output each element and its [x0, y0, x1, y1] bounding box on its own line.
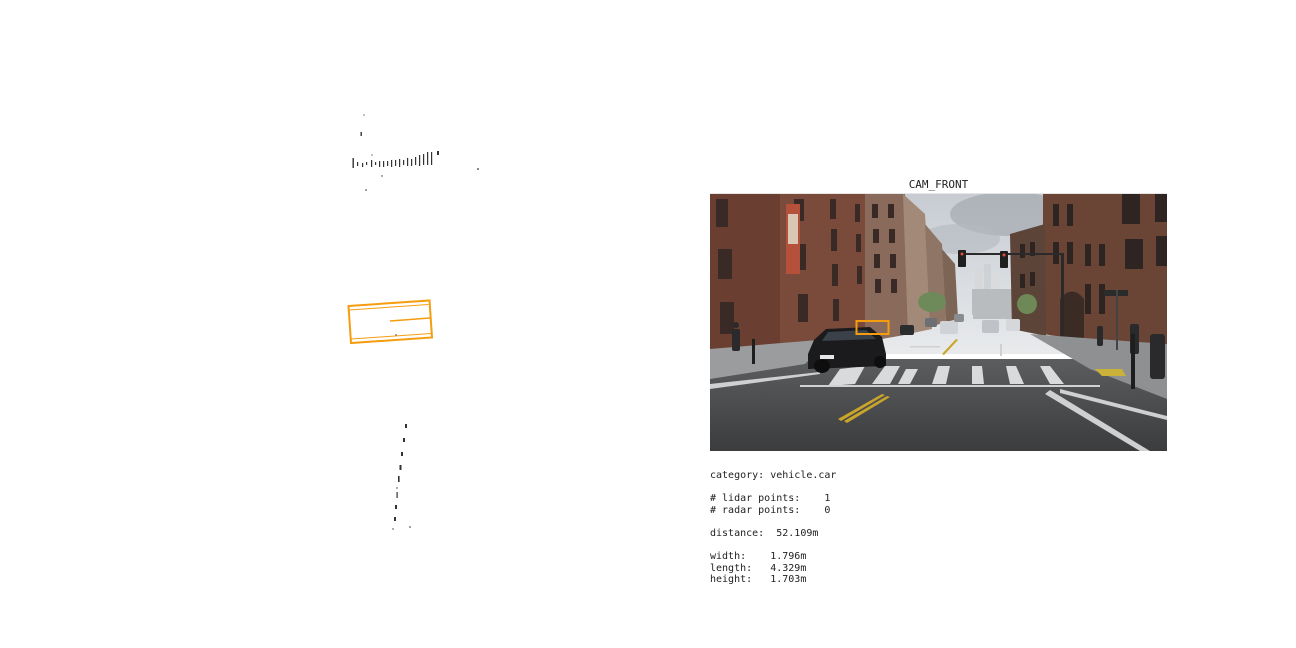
radar-points-label: # radar points: — [710, 504, 801, 516]
annotation-box-bev — [347, 299, 434, 345]
height-value: 1.703m — [770, 574, 807, 586]
distance-label: distance: — [710, 527, 765, 539]
lidar-points — [352, 114, 479, 530]
radar-points-value: 0 — [824, 504, 831, 516]
width-value: 1.796m — [770, 551, 807, 563]
lidar-points-row: # lidar points: 1 — [710, 493, 836, 505]
width-row: width: 1.796m — [710, 551, 836, 563]
lidar-points-value: 1 — [824, 493, 831, 505]
width-label: width: — [710, 551, 747, 563]
camera-front-image — [710, 194, 1167, 451]
radar-points-row: # radar points: 0 — [710, 505, 836, 517]
category-value: vehicle.car — [770, 470, 837, 481]
length-label: length: — [710, 562, 753, 574]
length-row: length: 4.329m — [710, 563, 836, 575]
height-label: height: — [710, 574, 753, 586]
distance-row: distance: 52.109m — [710, 528, 836, 540]
lidar-points-label: # lidar points: — [710, 493, 801, 505]
category-row: category: vehicle.car — [710, 470, 836, 482]
category-label: category: — [710, 470, 765, 481]
length-value: 4.329m — [770, 562, 807, 574]
annotation-info-panel: category: vehicle.car # lidar points: 1 … — [710, 470, 836, 586]
camera-title: CAM_FRONT — [908, 178, 969, 191]
lidar-bev-plot — [347, 114, 479, 530]
distance-value: 52.109m — [776, 527, 819, 539]
height-row: height: 1.703m — [710, 574, 836, 586]
